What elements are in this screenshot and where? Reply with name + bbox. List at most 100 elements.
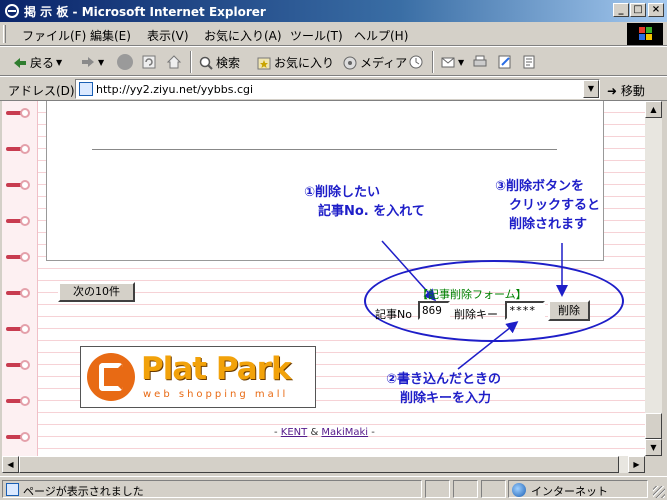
annotation-step1-line2: 記事No. を入れて	[318, 204, 425, 219]
favorites-button[interactable]: お気に入り	[256, 54, 334, 71]
menu-bar: ファイル(F) 編集(E) 表示(V) お気に入り(A) ツール(T) ヘルプ(…	[0, 22, 667, 46]
media-icon	[343, 56, 357, 69]
maximize-button[interactable]: □	[630, 3, 646, 17]
menubar-grip	[3, 25, 6, 43]
favorites-label: お気に入り	[274, 56, 335, 70]
credit-link-kent[interactable]: KENT	[281, 427, 307, 438]
credits: - KENT & MakiMaki -	[274, 427, 375, 438]
standard-toolbar: 戻る ▼ ▼ 検索 お気に入り メディア ▼	[0, 46, 667, 76]
address-label: アドレス(D)	[8, 84, 75, 98]
annotation-step1: ①削除したい 記事No. を入れて	[304, 183, 425, 221]
page-icon	[79, 82, 93, 96]
menu-help[interactable]: ヘルプ(H)	[354, 27, 408, 44]
horizontal-scroll-thumb[interactable]	[19, 456, 619, 473]
vertical-scrollbar[interactable]: ▲ ▼	[645, 101, 662, 456]
plat-park-logo-icon	[87, 353, 135, 401]
annotation-step2: ②書き込んだときの 削除キーを入力	[386, 370, 501, 408]
search-icon	[199, 56, 213, 70]
next-10-button[interactable]: 次の10件	[58, 282, 135, 302]
stop-button[interactable]	[117, 54, 133, 70]
minimize-button[interactable]: _	[613, 3, 629, 17]
go-button[interactable]: ➜ 移動	[607, 82, 645, 99]
status-cell	[425, 480, 450, 498]
address-input[interactable]: http://yy2.ziyu.net/yybbs.cgi ▼	[75, 79, 600, 99]
menu-favorites[interactable]: お気に入り(A)	[204, 27, 282, 44]
menu-tools[interactable]: ツール(T)	[290, 27, 343, 44]
scroll-left-icon[interactable]: ◀	[2, 456, 19, 473]
delete-form-title: 【記事削除フォーム】	[417, 288, 527, 301]
credit-link-makimaki[interactable]: MakiMaki	[321, 427, 368, 438]
plat-park-banner[interactable]: Plat Park web shopping mall	[80, 346, 316, 408]
globe-icon	[512, 483, 526, 497]
go-arrow-icon: ➜	[607, 84, 618, 98]
horizontal-scrollbar[interactable]: ◀ ▶	[2, 456, 645, 473]
delete-button[interactable]: 削除	[548, 300, 590, 321]
delete-key-input[interactable]: ****	[505, 301, 545, 320]
favorites-icon	[257, 57, 271, 69]
annotation-step3: ③削除ボタンを クリックすると 削除されます	[495, 177, 600, 234]
edit-icon	[498, 55, 511, 69]
mail-button[interactable]: ▼	[440, 54, 464, 70]
search-button[interactable]: 検索	[198, 54, 240, 71]
article-no-input[interactable]: 869	[418, 301, 450, 320]
window-title: 掲 示 板 - Microsoft Internet Explorer	[24, 5, 266, 19]
menu-view[interactable]: 表示(V)	[147, 27, 189, 44]
edit-button[interactable]	[497, 54, 513, 70]
scroll-up-icon[interactable]: ▲	[645, 101, 662, 118]
spiral-ring-icon	[6, 252, 32, 262]
resize-grip-icon[interactable]	[653, 486, 665, 498]
spiral-ring-icon	[6, 108, 32, 118]
windows-logo-icon	[627, 23, 663, 45]
status-bar: ページが表示されました インターネット	[0, 476, 667, 500]
credits-prefix: -	[274, 427, 281, 438]
go-label: 移動	[620, 84, 645, 98]
refresh-button[interactable]	[141, 54, 157, 70]
close-button[interactable]: ×	[648, 3, 664, 17]
annotation-step1-line1: ①削除したい	[304, 185, 381, 200]
forward-button[interactable]: ▼	[80, 54, 104, 70]
media-label: メディア	[360, 56, 408, 70]
status-text-panel: ページが表示されました	[2, 480, 422, 498]
address-url[interactable]: http://yy2.ziyu.net/yybbs.cgi	[96, 83, 253, 96]
back-dropdown-icon: ▼	[56, 58, 63, 67]
credits-separator: &	[307, 427, 322, 438]
history-button[interactable]	[408, 54, 424, 70]
back-arrow-icon	[14, 57, 26, 68]
home-icon	[166, 55, 182, 69]
discuss-button[interactable]	[521, 54, 537, 70]
discuss-icon	[523, 55, 535, 69]
status-cell	[481, 480, 506, 498]
search-label: 検索	[216, 56, 241, 70]
refresh-icon	[142, 55, 156, 69]
delete-key-label: 削除キー	[454, 308, 498, 321]
status-text: ページが表示されました	[23, 485, 144, 498]
forward-arrow-icon	[82, 57, 94, 67]
back-button[interactable]: 戻る ▼	[12, 54, 62, 71]
page-content: 次の10件 【記事削除フォーム】 記事No 869 削除キー **** 削除 ①…	[2, 101, 645, 456]
security-zone: インターネット	[508, 480, 648, 498]
toolbar-separator	[190, 51, 192, 73]
annotation-step3-line2: クリックすると	[509, 198, 601, 213]
scroll-down-icon[interactable]: ▼	[645, 439, 662, 456]
address-bar: アドレス(D) http://yy2.ziyu.net/yybbs.cgi ▼ …	[0, 76, 667, 101]
print-button[interactable]	[472, 54, 488, 70]
address-dropdown-icon[interactable]: ▼	[583, 80, 599, 98]
home-button[interactable]	[166, 54, 182, 70]
mail-dropdown-icon: ▼	[458, 57, 465, 67]
vertical-scroll-thumb[interactable]	[645, 413, 662, 439]
mail-icon	[441, 57, 455, 68]
spiral-ring-icon	[6, 216, 32, 226]
page-done-icon	[6, 483, 19, 496]
banner-tagline: web shopping mall	[143, 389, 289, 400]
spiral-ring-icon	[6, 432, 32, 442]
menu-edit[interactable]: 編集(E)	[90, 27, 131, 44]
zone-label: インターネット	[531, 485, 608, 498]
scroll-right-icon[interactable]: ▶	[628, 456, 645, 473]
stop-icon	[117, 54, 133, 70]
status-cell	[453, 480, 478, 498]
media-button[interactable]: メディア	[342, 54, 407, 71]
annotation-step3-line3: 削除されます	[509, 217, 588, 232]
ie-logo-icon	[5, 4, 19, 18]
spiral-ring-icon	[6, 324, 32, 334]
menu-file[interactable]: ファイル(F)	[22, 27, 86, 44]
